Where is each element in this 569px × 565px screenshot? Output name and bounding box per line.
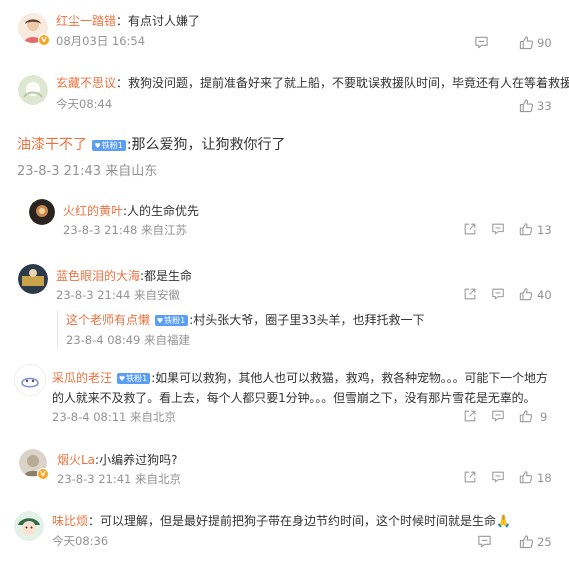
comment-icon[interactable] (491, 470, 505, 484)
thumbs-up-icon[interactable] (519, 98, 534, 113)
avatar[interactable] (14, 364, 46, 396)
username[interactable]: 烟火La (57, 453, 95, 467)
username[interactable]: 火红的黄叶 (63, 204, 123, 218)
username[interactable]: 采瓜的老汪 (52, 371, 112, 385)
avatar-image (18, 75, 48, 105)
comment-text: 有点讨人嫌了 (128, 14, 201, 28)
timestamp: 23-8-4 08:11 来自北京 (52, 410, 177, 424)
comment-icon[interactable] (474, 35, 489, 50)
thumbs-up-icon[interactable] (519, 222, 533, 236)
avatar[interactable] (18, 264, 48, 294)
timestamp: 今天08:44 (56, 97, 113, 111)
fan-badge-icon: ♥铁粉1 (116, 373, 151, 384)
timestamp: 23-8-3 21:41 来自北京 (57, 472, 182, 486)
reply-divider (57, 311, 58, 347)
timestamp: 今天08:36 (52, 534, 109, 548)
vip-badge-icon: V (37, 468, 49, 480)
thumbs-up-icon[interactable] (519, 409, 533, 423)
timestamp: 08月03日 16:54 (56, 34, 146, 48)
avatar-image (18, 264, 48, 294)
comment-text: :小编养过狗吗? (95, 453, 178, 467)
comment-icon[interactable] (477, 534, 492, 549)
vip-badge-icon: V (38, 34, 50, 46)
share-icon[interactable] (463, 222, 477, 236)
comment-text: :都是生命 (140, 269, 193, 283)
like-count: 25 (537, 535, 552, 549)
comment-text: :人的生命优先 (123, 204, 200, 218)
username[interactable]: 这个老师有点懒 (66, 313, 150, 327)
separator: ： (116, 76, 129, 90)
timestamp: 23-8-3 21:48 来自江苏 (63, 223, 188, 237)
share-icon[interactable] (463, 470, 477, 484)
avatar[interactable] (29, 199, 55, 225)
pray-emoji: 🙏 (496, 514, 511, 528)
avatar[interactable] (18, 75, 48, 105)
timestamp: 23-8-3 21:43 来自山东 (17, 164, 158, 179)
avatar-image (29, 199, 55, 225)
like-count: 18 (537, 471, 552, 485)
comment-icon[interactable] (491, 287, 505, 301)
share-icon[interactable] (463, 409, 477, 423)
thumbs-up-icon[interactable] (519, 287, 533, 301)
username[interactable]: 味比烦 (52, 514, 88, 528)
like-count: 40 (537, 288, 552, 302)
share-icon[interactable] (463, 287, 477, 301)
fan-badge-label: 铁粉1 (164, 316, 186, 325)
comment-text: :那么爱狗，让狗救你行了 (126, 137, 286, 153)
timestamp: 23-8-4 08:49 来自福建 (66, 333, 191, 347)
username[interactable]: 蓝色眼泪的大海 (56, 269, 140, 283)
fan-badge-label: 铁粉1 (126, 374, 148, 383)
fan-badge-label: 铁粉1 (101, 141, 123, 150)
thumbs-up-icon[interactable] (519, 534, 534, 549)
username[interactable]: 油漆干不了 (17, 137, 87, 153)
avatar-image (14, 511, 44, 541)
comment-text: 可以理解，但是最好提前把狗子带在身边节约时间，这个时候时间就是生命 (100, 514, 497, 528)
username[interactable]: 玄藏不思议 (56, 76, 116, 90)
like-count: 9 (540, 410, 548, 424)
timestamp: 23-8-3 21:44 来自安徽 (56, 288, 181, 302)
thumbs-up-icon[interactable] (519, 35, 534, 50)
fan-badge-icon: ♥铁粉1 (92, 140, 126, 151)
fan-badge-icon: ♥铁粉1 (154, 315, 189, 326)
thumbs-up-icon[interactable] (519, 470, 533, 484)
comment-icon[interactable] (491, 222, 505, 236)
like-count: 90 (537, 36, 552, 50)
like-count: 13 (537, 223, 552, 237)
comment-text: 救狗没问题，提前准备好来了就上船，不要耽误救援队时间，毕竟还有人在等着救援呢。 (128, 76, 569, 90)
username[interactable]: 红尘一踏错 (56, 14, 116, 28)
avatar-image (15, 365, 45, 395)
separator: ： (116, 14, 129, 28)
like-count: 33 (537, 99, 552, 113)
separator: ： (88, 514, 101, 528)
avatar[interactable] (14, 511, 44, 541)
comment-icon[interactable] (491, 409, 505, 423)
comment-text: :如果可以救狗，其他人也可以救猫，救鸡，救各种宠物。。。可能下一个地方 (151, 371, 548, 385)
comment-text: :村头张大爷，圈子里33头羊，也拜托救一下 (189, 313, 425, 327)
comment-text-continued: 的人就来不及救了。看上去，每个人都只要1分钟。。。但雪崩之下，没有那片雪花是无辜… (52, 391, 536, 405)
